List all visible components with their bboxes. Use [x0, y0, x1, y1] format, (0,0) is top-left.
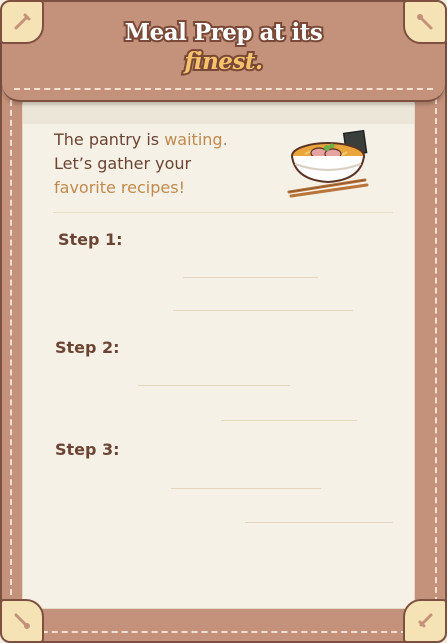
recipe-paper: The pantry is waiting. Let’s gather your…: [23, 100, 414, 608]
utensil-icon: [0, 0, 44, 44]
step-1-label: Step 1:: [58, 230, 123, 249]
intro-part-2: Let’s gather your: [54, 154, 192, 173]
utensil-icon: [403, 599, 447, 643]
step-3-label: Step 3:: [55, 440, 120, 459]
step-2-label: Step 2:: [55, 338, 120, 357]
utensil-icon: [0, 599, 44, 643]
utensil-icon: [403, 0, 447, 44]
step-3-line-1: [171, 488, 321, 489]
step-3-line-2: [245, 522, 393, 523]
step-2-line-2: [221, 420, 357, 421]
title-line-1: Meal Prep at its: [123, 17, 325, 48]
header-stitching: [14, 88, 433, 90]
title-line-2: finest.: [182, 46, 265, 77]
recipe-card: Meal Prep at its finest. The pantry is w…: [0, 0, 447, 643]
intro-accent-1: waiting.: [164, 130, 228, 149]
card-header: Meal Prep at its finest.: [2, 2, 445, 102]
page-title: Meal Prep at its finest.: [62, 17, 385, 77]
step-1-line-1: [183, 277, 318, 278]
step-2-line-1: [138, 385, 290, 386]
paper-top-band: [23, 100, 414, 124]
step-1-line-2: [173, 310, 353, 311]
intro-text: The pantry is waiting. Let’s gather your…: [54, 128, 274, 200]
intro-divider: [53, 212, 393, 213]
intro-accent-2: favorite recipes!: [54, 178, 185, 197]
ramen-bowl-icon: [287, 129, 369, 198]
intro-part-1: The pantry is: [54, 130, 165, 149]
